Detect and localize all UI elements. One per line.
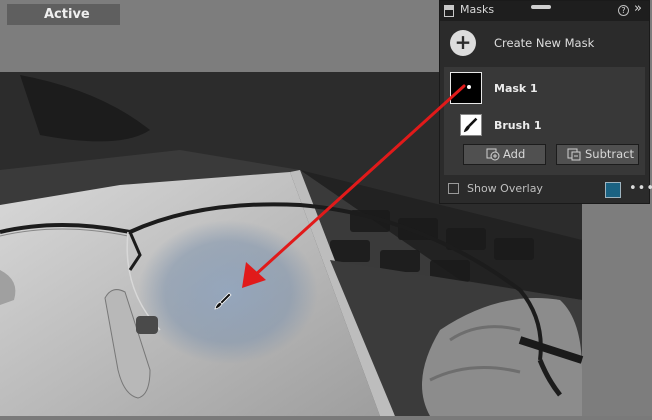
add-label: Add — [503, 147, 526, 161]
show-overlay-label: Show Overlay — [467, 182, 543, 195]
masks-panel: Masks ? » + Create New Mask Mask 1 Brush… — [439, 0, 652, 204]
drag-handle[interactable] — [531, 5, 551, 9]
mask-group: Mask 1 Brush 1 Add Subtract — [444, 67, 645, 175]
subtract-button[interactable]: Subtract — [556, 144, 639, 165]
create-new-mask-label: Create New Mask — [494, 36, 595, 50]
brush-list-item[interactable]: Brush 1 — [444, 112, 645, 138]
panel-window-icon — [444, 5, 454, 17]
brush-icon — [460, 114, 482, 136]
panel-header[interactable]: Masks ? » — [440, 1, 649, 21]
brush-cursor-icon — [214, 292, 232, 310]
mask-list-item[interactable]: Mask 1 — [444, 67, 645, 107]
status-badge: Active — [7, 4, 120, 25]
mask-thumbnail[interactable] — [450, 72, 482, 104]
add-button[interactable]: Add — [463, 144, 546, 165]
more-options-icon[interactable]: ••• — [629, 181, 652, 196]
brush-name: Brush 1 — [494, 119, 542, 132]
mask-name: Mask 1 — [494, 82, 538, 95]
show-overlay-row: Show Overlay ••• — [448, 181, 652, 199]
panel-title: Masks — [460, 3, 495, 16]
help-icon[interactable]: ? — [618, 5, 629, 16]
plus-icon: + — [450, 30, 476, 56]
create-new-mask-button[interactable]: + Create New Mask — [450, 30, 640, 58]
show-overlay-checkbox[interactable] — [448, 183, 459, 194]
overlay-color-swatch[interactable] — [605, 182, 621, 198]
subtract-label: Subtract — [585, 147, 635, 161]
add-mask-icon — [486, 148, 500, 161]
subtract-mask-icon — [567, 148, 581, 161]
collapse-panel-icon[interactable]: » — [634, 1, 642, 16]
